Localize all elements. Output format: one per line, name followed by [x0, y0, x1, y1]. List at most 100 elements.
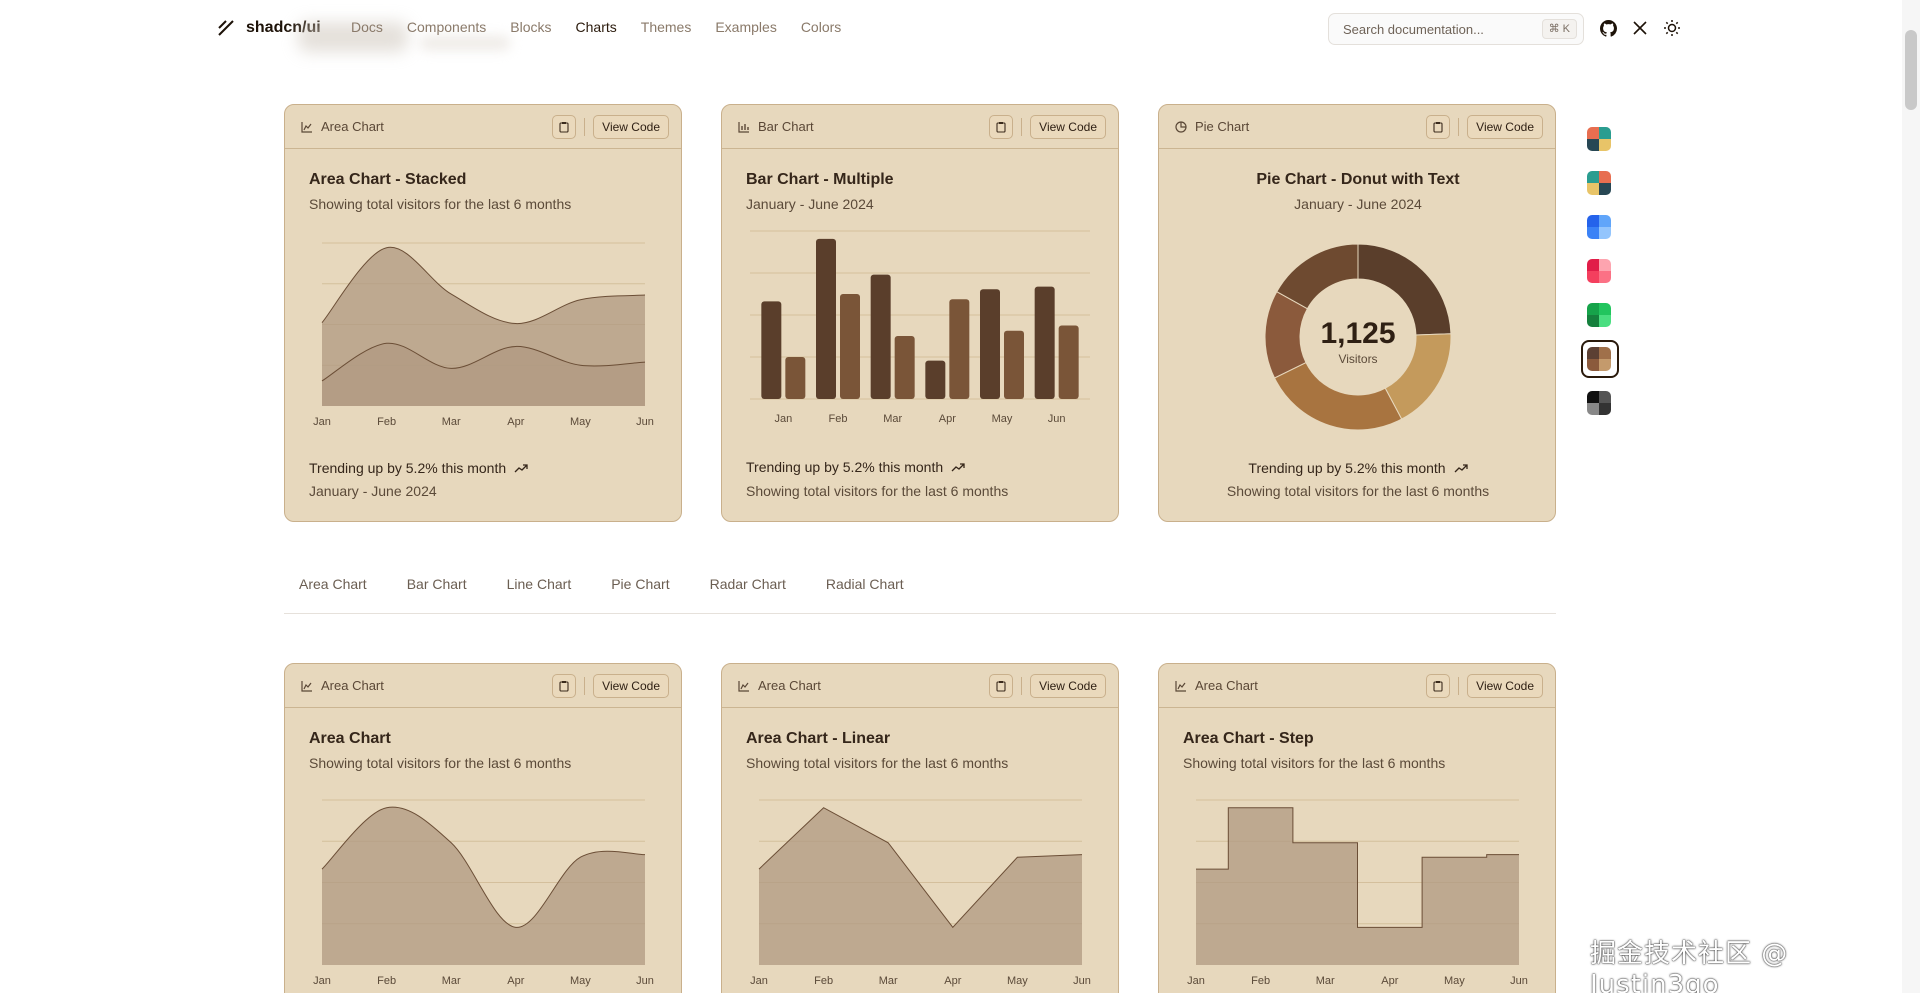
x-tick-label: May: [570, 975, 591, 987]
area-series-fill: [759, 807, 1082, 965]
x-tick-label: Feb: [377, 416, 396, 428]
swatch-color-cell: [1599, 215, 1611, 227]
bar: [1034, 286, 1055, 399]
x-tick-label: Mar: [442, 975, 461, 987]
x-tick-label: Apr: [939, 413, 956, 425]
bar: [870, 274, 891, 399]
x-tick-label: Mar: [879, 975, 898, 987]
tab-pie-chart[interactable]: Pie Chart: [611, 576, 669, 592]
swatch-color-cell: [1599, 183, 1611, 195]
main-nav: Docs Components Blocks Charts Themes Exa…: [351, 19, 841, 35]
swatch-color-cell: [1587, 315, 1599, 327]
bar: [840, 294, 860, 399]
card-footer-trend: Trending up by 5.2% this month: [1159, 460, 1555, 476]
x-tick-label: Feb: [377, 975, 396, 987]
nav-colors[interactable]: Colors: [801, 19, 841, 35]
logo-slash-icon: [218, 20, 234, 36]
x-tick-label: Apr: [507, 975, 524, 987]
x-tick-label: Jan: [1187, 975, 1205, 987]
tab-radial-chart[interactable]: Radial Chart: [826, 576, 904, 592]
scrollbar-thumb[interactable]: [1905, 30, 1917, 110]
x-axis: Jan Feb Mar Apr May Jun: [313, 975, 654, 987]
search-input[interactable]: Search documentation... ⌘ K: [1328, 13, 1584, 45]
bar: [894, 336, 915, 399]
theme-swatch-neutral[interactable]: [1587, 391, 1611, 415]
swatch-color-cell: [1599, 315, 1611, 327]
x-tick-label: Jun: [1073, 975, 1091, 987]
bar: [925, 360, 946, 399]
blurred-region: [420, 36, 510, 50]
trending-up-icon: [514, 464, 528, 473]
area-series-fill: [322, 807, 645, 965]
github-icon[interactable]: [1598, 18, 1618, 38]
card-area-step: Area Chart View Code Area Chart - Step S…: [1158, 663, 1556, 993]
area-step-chart: Jan Feb Mar Apr May Jun: [1187, 799, 1528, 987]
page-scrollbar[interactable]: [1902, 0, 1920, 993]
x-tick-label: Apr: [1381, 975, 1398, 987]
bar: [785, 357, 806, 399]
theme-swatch-green[interactable]: [1587, 303, 1611, 327]
x-tick-label: May: [1007, 975, 1028, 987]
bar: [949, 299, 970, 399]
swatch-color-cell: [1587, 227, 1599, 239]
x-icon[interactable]: [1630, 18, 1650, 38]
theme-swatch-default[interactable]: [1587, 127, 1611, 151]
bar: [1058, 325, 1079, 399]
sun-icon[interactable]: [1662, 18, 1682, 38]
trend-text: Trending up by 5.2% this month: [1248, 460, 1446, 476]
nav-components[interactable]: Components: [407, 19, 486, 35]
x-tick-label: Jun: [1048, 413, 1066, 425]
x-tick-label: Feb: [829, 413, 848, 425]
theme-swatch-rose[interactable]: [1587, 259, 1611, 283]
x-tick-label: May: [570, 416, 591, 428]
swatch-color-cell: [1587, 183, 1599, 195]
theme-swatch-blue[interactable]: [1587, 215, 1611, 239]
swatch-color-cell: [1587, 127, 1599, 139]
x-tick-label: Jan: [313, 975, 331, 987]
x-tick-label: Jan: [774, 413, 792, 425]
x-tick-label: Jan: [750, 975, 768, 987]
tab-radar-chart[interactable]: Radar Chart: [710, 576, 786, 592]
swatch-color-cell: [1587, 391, 1599, 403]
swatch-color-cell: [1599, 171, 1611, 183]
nav-docs[interactable]: Docs: [351, 19, 383, 35]
x-tick-label: Mar: [1316, 975, 1335, 987]
swatch-color-cell: [1587, 139, 1599, 151]
card-pie-donut: Pie Chart View Code Pie Chart - Donut wi…: [1158, 104, 1556, 522]
nav-charts[interactable]: Charts: [576, 19, 617, 35]
x-tick-label: May: [992, 413, 1013, 425]
x-tick-label: Jun: [1510, 975, 1528, 987]
search-shortcut: ⌘ K: [1541, 19, 1577, 39]
donut-center-value: 1,125: [1320, 317, 1395, 350]
swatch-color-cell: [1599, 227, 1611, 239]
nav-blocks[interactable]: Blocks: [510, 19, 551, 35]
x-tick-label: Jun: [636, 975, 654, 987]
swatch-color-cell: [1587, 403, 1599, 415]
x-tick-label: Mar: [883, 413, 902, 425]
swatch-color-cell: [1587, 171, 1599, 183]
theme-swatch-palette[interactable]: [1587, 171, 1611, 195]
trending-up-icon: [1454, 464, 1468, 473]
x-tick-label: Apr: [944, 975, 961, 987]
nav-themes[interactable]: Themes: [641, 19, 692, 35]
tab-line-chart[interactable]: Line Chart: [507, 576, 572, 592]
card-footer-note: Showing total visitors for the last 6 mo…: [1226, 483, 1490, 499]
swatch-color-cell: [1599, 259, 1611, 271]
x-tick-label: Jun: [636, 416, 654, 428]
x-tick-label: Feb: [814, 975, 833, 987]
nav-examples[interactable]: Examples: [715, 19, 776, 35]
card-area-stacked: Area Chart View Code Area Chart - Stacke…: [284, 104, 682, 522]
search-placeholder: Search documentation...: [1343, 22, 1484, 37]
tab-area-chart[interactable]: Area Chart: [299, 576, 367, 592]
trend-text: Trending up by 5.2% this month: [746, 459, 944, 475]
donut-slice: [1273, 361, 1403, 431]
x-tick-label: Feb: [1251, 975, 1270, 987]
selected-theme-frame: [1581, 340, 1619, 378]
card-bar-multiple: Bar Chart View Code Bar Chart - Multiple…: [721, 104, 1119, 522]
x-tick-label: Mar: [442, 416, 461, 428]
bar: [816, 238, 836, 399]
tab-bar-chart[interactable]: Bar Chart: [407, 576, 467, 592]
card-footer-note: Showing total visitors for the last 6 mo…: [746, 483, 1009, 499]
swatch-color-cell: [1599, 271, 1611, 283]
swatch-color-cell: [1587, 303, 1599, 315]
